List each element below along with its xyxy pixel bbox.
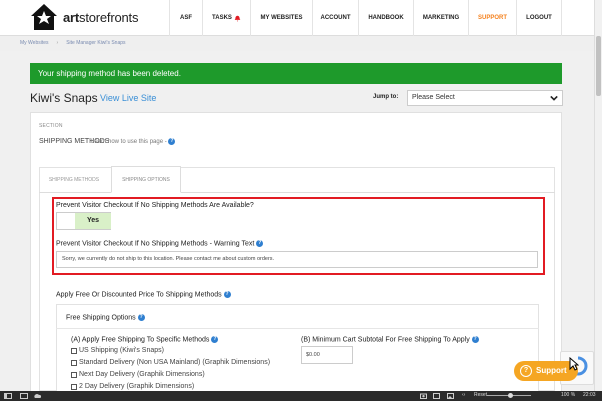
logo-star-icon — [31, 4, 57, 30]
apply-free-title-text: Apply Free Or Discounted Price To Shippi… — [56, 291, 222, 299]
method-option[interactable]: 2 Day Delivery (Graphik Dimensions) — [71, 383, 194, 390]
method-option-label: Next Day Delivery (Graphik Dimensions) — [79, 371, 205, 378]
tab-shipping-options[interactable]: SHIPPING OPTIONS — [111, 166, 181, 193]
logo[interactable]: artstorefronts — [30, 3, 138, 31]
bell-icon — [234, 15, 241, 22]
nav-tasks-label: TASKS — [212, 15, 232, 21]
checkbox[interactable] — [71, 371, 77, 378]
prevent-checkout-label: Prevent Visitor Checkout If No Shipping … — [56, 202, 254, 209]
nav-logout[interactable]: LOGOUT — [516, 0, 562, 36]
page: artstorefronts ASF TASKS MY WEBSITES ACC… — [0, 0, 594, 391]
nav-support-label: SUPPORT — [477, 15, 507, 21]
tab-shipping-methods[interactable]: SHIPPING METHODS — [39, 168, 109, 192]
window-icon[interactable] — [433, 393, 440, 399]
help-icon[interactable]: ? — [223, 291, 231, 298]
jump-to-select[interactable]: Please Select — [407, 90, 563, 106]
zoom-reset[interactable]: Reset — [474, 392, 487, 398]
sidebar-toggle-icon[interactable] — [4, 393, 12, 399]
nav-support[interactable]: SUPPORT — [468, 0, 516, 36]
status-bar: ‹› Reset 100 % 22:03 — [0, 391, 602, 401]
site-title: Kiwi's Snaps — [30, 91, 98, 105]
cursor-icon — [569, 357, 579, 371]
breadcrumb: My Websites › Site Manager Kiwi's Snaps — [0, 36, 594, 51]
camera-icon[interactable] — [420, 393, 427, 399]
nav-marketing-label: MARKETING — [422, 15, 460, 21]
top-navigation: artstorefronts ASF TASKS MY WEBSITES ACC… — [0, 0, 594, 36]
warning-text-input[interactable]: Sorry, we currently do not ship to this … — [56, 251, 538, 268]
nav-asf-label: ASF — [180, 15, 192, 21]
nav-account[interactable]: ACCOUNT — [312, 0, 358, 36]
method-option-label: 2 Day Delivery (Graphik Dimensions) — [79, 383, 195, 390]
jump-to-label: Jump to: — [373, 94, 399, 100]
min-subtotal-label: (B) Minimum Cart Subtotal For Free Shipp… — [301, 336, 479, 343]
success-alert: Your shipping method has been deleted. — [30, 63, 562, 84]
nav-marketing[interactable]: MARKETING — [413, 0, 468, 36]
checkbox[interactable] — [71, 383, 77, 390]
breadcrumb-my-websites[interactable]: My Websites — [20, 40, 49, 46]
method-option-label: Standard Delivery (Non USA Mainland) (Gr… — [79, 359, 271, 366]
scrollbar-thumb[interactable] — [596, 36, 601, 96]
code-icon[interactable]: ‹› — [462, 392, 465, 398]
learn-link-text: Learn how to use this page - — [91, 139, 167, 146]
method-option[interactable]: Standard Delivery (Non USA Mainland) (Gr… — [71, 359, 270, 366]
help-icon[interactable]: ? — [471, 336, 479, 343]
free-shipping-title-text: Free Shipping Options — [66, 314, 136, 322]
vertical-scrollbar[interactable] — [594, 0, 602, 391]
apply-to-methods-label: (A) Apply Free Shipping To Specific Meth… — [71, 336, 219, 344]
chevron-down-icon — [550, 95, 558, 101]
method-option-label: US Shipping (Kiwi's Snaps) — [79, 347, 164, 354]
nav-my-websites-label: MY WEBSITES — [260, 15, 303, 21]
help-icon[interactable]: ? — [256, 240, 264, 247]
clock: 22:03 — [583, 392, 596, 398]
warning-text-label: Prevent Visitor Checkout If No Shipping … — [56, 240, 264, 248]
method-option[interactable]: US Shipping (Kiwi's Snaps) — [71, 347, 164, 354]
apply-free-title: Apply Free Or Discounted Price To Shippi… — [56, 291, 231, 298]
help-icon[interactable]: ? — [168, 138, 176, 145]
tabs-icon[interactable] — [20, 393, 28, 399]
help-circle-icon: ? — [520, 365, 532, 377]
checkbox[interactable] — [71, 359, 77, 366]
nav-account-label: ACCOUNT — [320, 15, 351, 21]
apply-to-methods-text: (A) Apply Free Shipping To Specific Meth… — [71, 336, 210, 344]
nav-handbook[interactable]: HANDBOOK — [358, 0, 413, 36]
section-label: SECTION — [39, 123, 63, 129]
method-option[interactable]: Next Day Delivery (Graphik Dimensions) — [71, 371, 205, 378]
breadcrumb-site-manager[interactable]: Site Manager Kiwi's Snaps — [66, 40, 125, 46]
toggle-yes-label: Yes — [75, 213, 111, 229]
help-icon[interactable]: ? — [137, 314, 145, 321]
warning-text-label-text: Prevent Visitor Checkout If No Shipping … — [56, 240, 255, 248]
min-subtotal-input[interactable]: $0.00 — [301, 346, 353, 364]
cloud-icon[interactable] — [33, 393, 41, 399]
help-icon[interactable]: ? — [211, 336, 219, 343]
checkbox[interactable] — [71, 347, 77, 354]
min-subtotal-text: (B) Minimum Cart Subtotal For Free Shipp… — [301, 336, 470, 344]
breadcrumb-separator: › — [56, 40, 59, 46]
nav-handbook-label: HANDBOOK — [368, 15, 404, 21]
zoom-slider-handle[interactable] — [508, 393, 513, 398]
logo-bold-text: art — [63, 9, 80, 25]
learn-link[interactable]: Learn how to use this page - ? — [91, 138, 176, 146]
free-shipping-title: Free Shipping Options ? — [66, 314, 145, 321]
nav-logout-label: LOGOUT — [526, 15, 552, 21]
zoom-level: 100 % — [561, 392, 576, 398]
view-live-site-link[interactable]: View Live Site — [100, 93, 156, 103]
support-button-label: Support — [536, 366, 567, 375]
image-icon[interactable] — [447, 393, 454, 399]
nav-tasks[interactable]: TASKS — [202, 0, 250, 36]
nav-my-websites[interactable]: MY WEBSITES — [250, 0, 312, 36]
jump-to-value: Please Select — [412, 94, 455, 101]
prevent-checkout-toggle[interactable]: Yes — [56, 212, 111, 230]
logo-text: storefronts — [79, 9, 139, 25]
nav-asf[interactable]: ASF — [169, 0, 202, 36]
